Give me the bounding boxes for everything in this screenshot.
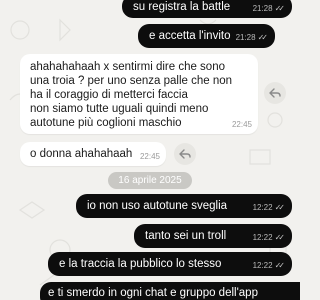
message-line: ha il coraggio di metterci faccia — [30, 89, 188, 101]
message-time: 22:45 — [231, 120, 252, 129]
outgoing-message-bubble[interactable]: su registra la battle 21:28 ✓✓ — [122, 0, 292, 18]
double-check-icon: ✓✓ — [274, 261, 286, 270]
outgoing-message-bubble[interactable]: e accetta l'invito 21:28 ✓✓ — [138, 24, 275, 48]
message-text: su registra la battle — [133, 1, 231, 13]
message-text: e ti smerdo in ogni chat e gruppo dell'a… — [48, 287, 258, 299]
message-text: ahahahahaah x sentirmi dire che sono una… — [30, 60, 232, 130]
incoming-message-bubble[interactable]: ahahahahaah x sentirmi dire che sono una… — [20, 54, 258, 134]
reply-arrow-icon — [269, 88, 281, 98]
message-meta: 21:28 ✓✓ — [235, 33, 269, 43]
reply-button[interactable] — [174, 143, 196, 165]
outgoing-message-bubble[interactable]: tanto sei un troll 12:22 ✓✓ — [134, 224, 292, 248]
incoming-message-bubble[interactable]: o donna ahahahaah 22:45 — [20, 142, 166, 166]
date-separator: 16 aprile 2025 — [108, 172, 192, 189]
message-text: io non uso autotune sveglia — [87, 200, 228, 212]
double-check-icon: ✓✓ — [274, 233, 286, 242]
message-text: tanto sei un troll — [145, 230, 227, 242]
reply-button[interactable] — [264, 82, 286, 104]
outgoing-message-bubble[interactable]: io non uso autotune sveglia 12:22 ✓✓ — [76, 194, 292, 218]
message-time: 21:28 — [235, 33, 256, 42]
message-line: autotune più coglioni maschio — [30, 117, 182, 129]
message-line: una troia ? per uno senza palle che non — [30, 75, 233, 87]
outgoing-message-bubble[interactable]: e ti smerdo in ogni chat e gruppo dell'a… — [40, 282, 300, 300]
message-meta: 12:22 ✓✓ — [252, 233, 286, 243]
chat-conversation[interactable]: su registra la battle 21:28 ✓✓ e accetta… — [0, 0, 300, 300]
message-line: non siamo tutte uguali quindi meno — [30, 103, 209, 115]
message-meta: 21:28 ✓✓ — [252, 4, 286, 14]
message-text: e accetta l'invito — [149, 30, 231, 42]
message-time: 12:22 — [252, 261, 273, 270]
message-text: o donna ahahahaah — [30, 148, 133, 160]
message-time: 22:45 — [139, 152, 160, 161]
message-meta: 12:22 ✓✓ — [252, 261, 286, 271]
message-meta: 22:45 — [232, 120, 252, 130]
message-time: 21:28 — [252, 4, 273, 13]
message-text: e la traccia la pubblico lo stesso — [59, 258, 222, 270]
double-check-icon: ✓✓ — [274, 4, 286, 13]
message-time: 12:22 — [252, 233, 273, 242]
message-meta: 12:22 ✓✓ — [252, 203, 286, 213]
message-time: 12:22 — [252, 203, 273, 212]
double-check-icon: ✓✓ — [274, 203, 286, 212]
message-line: ahahahahaah x sentirmi dire che sono — [30, 61, 225, 73]
message-meta: 22:45 — [140, 152, 160, 162]
double-check-icon: ✓✓ — [257, 33, 269, 42]
reply-arrow-icon — [179, 149, 191, 159]
outgoing-message-bubble[interactable]: e la traccia la pubblico lo stesso 12:22… — [48, 252, 292, 276]
